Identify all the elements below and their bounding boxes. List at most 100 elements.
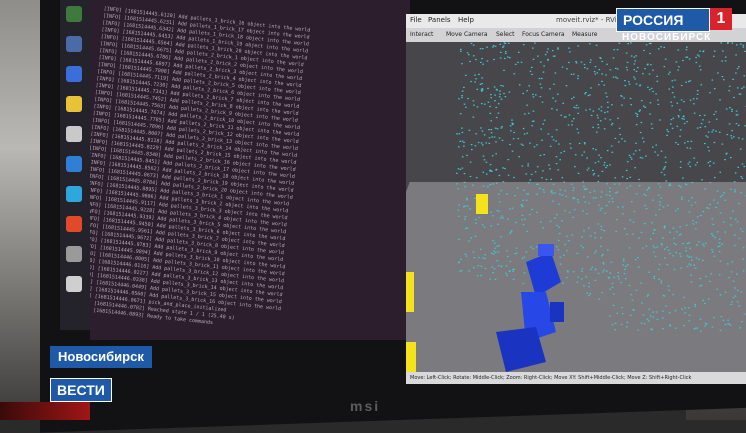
- cloud-point: [735, 72, 737, 73]
- cloud-point: [673, 118, 675, 119]
- cloud-point: [606, 183, 608, 184]
- cloud-point: [727, 263, 729, 264]
- cloud-point: [473, 45, 475, 46]
- cloud-point: [584, 151, 586, 152]
- cloud-point: [686, 47, 688, 48]
- channel-name-box: РОССИЯ: [616, 8, 710, 32]
- cloud-point: [649, 53, 651, 54]
- cloud-point: [680, 167, 682, 168]
- cloud-point: [666, 180, 668, 181]
- cloud-point: [618, 272, 620, 273]
- cloud-point: [527, 163, 529, 164]
- cloud-point: [510, 130, 512, 131]
- cloud-point: [485, 142, 487, 143]
- cloud-point: [675, 142, 677, 143]
- cloud-point: [462, 168, 464, 169]
- window-icon[interactable]: [66, 126, 82, 142]
- cloud-point: [589, 109, 591, 110]
- cloud-point: [622, 313, 624, 314]
- apps-grid-icon[interactable]: [66, 276, 82, 292]
- tool-select[interactable]: Select: [496, 31, 515, 38]
- cloud-point: [577, 45, 579, 46]
- cloud-point: [531, 174, 533, 175]
- cloud-point: [639, 110, 641, 111]
- cloud-point: [511, 120, 513, 121]
- cloud-point: [693, 223, 695, 224]
- cloud-point: [677, 144, 679, 145]
- terminal-window[interactable]: [INFO] [1681514445.6120] Add pallets_1_b…: [90, 0, 410, 340]
- cloud-point: [571, 124, 573, 125]
- telegram-icon[interactable]: [66, 186, 82, 202]
- cloud-point: [522, 145, 524, 146]
- cloud-point: [643, 50, 645, 51]
- cloud-point: [669, 72, 671, 73]
- cloud-point: [735, 219, 737, 220]
- cloud-point: [661, 281, 663, 282]
- cloud-point: [640, 132, 642, 133]
- cloud-point: [725, 324, 727, 325]
- tool-measure[interactable]: Measure: [572, 31, 598, 38]
- cloud-point: [475, 59, 477, 60]
- channel-region: НОВОСИБИРСК: [622, 32, 711, 43]
- menu-file[interactable]: File: [410, 16, 422, 24]
- cloud-point: [723, 79, 725, 80]
- menu-help[interactable]: Help: [458, 16, 474, 24]
- cloud-point: [500, 85, 502, 86]
- cloud-point: [615, 192, 617, 193]
- folder-icon[interactable]: [66, 36, 82, 52]
- cloud-point: [683, 101, 685, 102]
- cloud-point: [679, 234, 681, 235]
- cloud-point: [666, 135, 668, 136]
- cloud-point: [573, 187, 575, 188]
- rviz-window[interactable]: File Panels Help moveit.rviz* - RViz Int…: [406, 14, 746, 384]
- rviz-icon[interactable]: [66, 246, 82, 262]
- cloud-point: [622, 176, 624, 177]
- vscode-icon[interactable]: [66, 156, 82, 172]
- brave-icon[interactable]: [66, 216, 82, 232]
- cloud-point: [509, 208, 511, 209]
- cloud-point: [612, 324, 614, 325]
- cloud-point: [458, 239, 460, 240]
- cloud-point: [690, 265, 692, 266]
- home-icon[interactable]: [66, 6, 82, 22]
- cloud-point: [740, 149, 742, 150]
- cloud-point: [505, 43, 507, 44]
- cloud-point: [467, 98, 469, 99]
- cloud-point: [494, 86, 496, 87]
- cloud-point: [507, 57, 509, 58]
- tool-move-camera[interactable]: Move Camera: [446, 31, 488, 38]
- cloud-point: [463, 146, 465, 147]
- cloud-point: [612, 198, 614, 199]
- cloud-point: [671, 119, 673, 120]
- tool-interact[interactable]: Interact: [410, 31, 433, 38]
- cloud-point: [578, 132, 580, 133]
- cloud-point: [521, 219, 523, 220]
- cloud-point: [708, 298, 710, 299]
- notes-icon[interactable]: [66, 96, 82, 112]
- cloud-point: [724, 159, 726, 160]
- cloud-point: [694, 113, 696, 114]
- cloud-point: [731, 271, 733, 272]
- cloud-point: [578, 173, 580, 174]
- cloud-point: [708, 132, 710, 133]
- cloud-point: [646, 208, 648, 209]
- cloud-point: [632, 234, 634, 235]
- cloud-point: [683, 297, 685, 298]
- cloud-point: [717, 202, 719, 203]
- cloud-point: [684, 142, 686, 143]
- cloud-point: [604, 162, 606, 163]
- cloud-point: [705, 126, 707, 127]
- cloud-point: [603, 165, 605, 166]
- cloud-point: [601, 110, 603, 111]
- cloud-point: [562, 177, 564, 178]
- channel-name: РОССИЯ: [623, 12, 683, 28]
- cloud-point: [625, 266, 627, 267]
- 3d-viewport[interactable]: [406, 42, 746, 372]
- files-icon[interactable]: [66, 66, 82, 82]
- cloud-point: [475, 219, 477, 220]
- cloud-point: [732, 211, 734, 212]
- tool-focus-camera[interactable]: Focus Camera: [522, 31, 565, 38]
- cloud-point: [536, 144, 538, 145]
- cloud-point: [647, 296, 649, 297]
- menu-panels[interactable]: Panels: [428, 16, 451, 24]
